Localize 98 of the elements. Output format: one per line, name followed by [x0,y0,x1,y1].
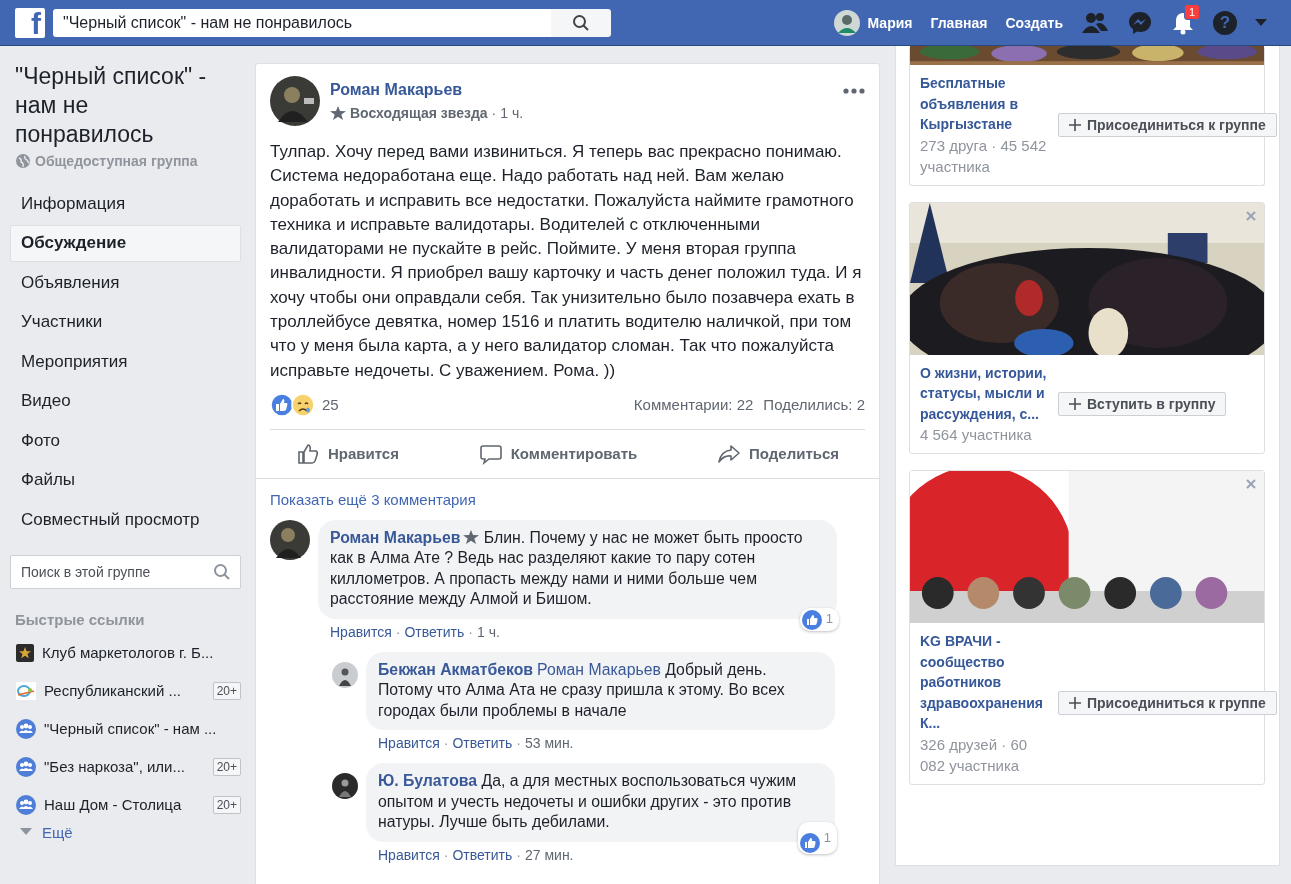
sidebar-item[interactable]: Совместный просмотр [10,501,241,538]
sidebar-item[interactable]: Файлы [10,461,241,499]
avatar-icon[interactable] [270,519,310,560]
comment-time[interactable]: 53 мин. [524,735,574,752]
group-stats: 273 друга · 45 542 участника [920,135,1048,177]
quick-links-heading: Быстрые ссылки [15,610,146,628]
search-icon [572,13,590,32]
post-time[interactable]: 1 ч. [500,105,524,121]
sidebar-item[interactable]: Мероприятия [10,343,241,380]
notification-badge: 1 [1184,3,1201,20]
avatar-icon [270,76,320,126]
site-logo-icon [16,681,36,700]
star-icon [330,106,346,120]
caret-icon [20,828,32,836]
post-action-button[interactable]: Поделиться [707,435,850,472]
more-link[interactable]: Ещё [10,823,241,841]
join-group-button[interactable]: Присоединиться к группе [1058,112,1277,137]
comments-count[interactable]: Комментарии: 22 [633,396,754,414]
friends-icon[interactable] [1081,10,1109,35]
quick-link[interactable]: Республиканский ... [44,682,205,699]
comment-action-link[interactable]: Нравится [378,846,440,863]
thumbs-up-icon [295,441,320,466]
mention-link[interactable]: Роман Макарьев [537,660,661,678]
group-stats: 4 564 участника [920,425,1033,445]
nav-link[interactable]: Создать [1005,14,1063,31]
comment-action-link[interactable]: Ответить [452,846,513,863]
quick-link[interactable]: "Черный список" - нам ... [44,720,241,737]
comment-text: Роман Макарьев Блин. Почему у нас не может быть проосто как в Алма Ате ? Ведь нас разделяют какие то пару сотен киллометров. А пропасть между нами и ними больше чем расстояние между Алмой и Бишом. [330,527,804,610]
group-privacy: Общедоступная группа [35,153,198,169]
caret-icon[interactable] [1255,18,1267,27]
post-text: Тулпар. Хочу перед вами извиниться. Я теперь вас прекрасно понимаю. Система недоработана еще. Надо работать над ней. Вам желаю доработать и исправить все недостатки. Пожалуйста наймите грамотного техника и исправьте валидотары. Водителей с отключенными валидаторами не пускайте в рейс. Поймите. У меня вторая группа инвалидности. Я приобрел вашу карточку и часть денег положил туда. И я хочу чтобы они оправдали себя. Так унизительно было позавчера ехать в троллейбусе девятка, номер 1516 и платить водителю наличкой, при том что у меня была карта, а у него валидатор сломан. Так что пожалуйста исправьте недочеты. С уважением. Рома. )) [270,141,863,382]
plus-icon [1069,397,1081,410]
plus-icon [1069,697,1081,710]
comment-time[interactable]: 1 ч. [476,623,500,640]
avatar-icon[interactable] [332,773,358,800]
join-group-button[interactable]: Присоединиться к группе [1058,691,1277,716]
search-icon [213,562,231,581]
sidebar-item[interactable]: Участники [10,303,241,341]
group-name[interactable]: О жизни, истории, статусы, мысли и рассуждения, с... [920,362,1048,424]
more-icon[interactable] [843,88,865,94]
shares-count[interactable]: Поделились: 2 [763,396,865,414]
like-icon [801,609,822,630]
group-icon [16,794,36,815]
comment-action-link[interactable]: Нравится [378,735,440,752]
separator-dot: · [395,623,401,640]
separator-dot: · [516,735,521,752]
sidebar-item[interactable]: Видео [10,382,241,420]
sidebar-item[interactable]: Фото [10,422,241,459]
sidebar-item[interactable]: Обсуждение [10,224,241,262]
comment-time[interactable]: 27 мин. [524,846,574,863]
comment-author[interactable]: Ю. Булатова [378,772,478,790]
post-action-button[interactable]: Комментировать [468,435,648,472]
post-author[interactable]: Роман Макарьев [330,81,463,98]
comment-action-link[interactable]: Ответить [404,623,465,640]
separator-dot: · [443,735,449,752]
join-group-button[interactable]: Вступить в группу [1058,391,1227,416]
comment-action-link[interactable]: Ответить [452,735,513,752]
quick-link[interactable]: Клуб маркетологов г. Б... [42,644,241,661]
count-badge: 20+ [212,681,241,700]
comment-text: Ю. Булатова Да, а для местных воспользоваться чужим опытом и учесть недочеты и ошибки других - это против натуры. Лучше быть дебилами. [378,771,798,833]
comment-text: Бекжан Акматбеков Роман Макарьев Добрый день. Потому что Алма Ата не сразу пришла к этому. Во всех городах были проблемы в начале [378,659,786,721]
separator-dot: · [443,846,449,863]
quick-link[interactable]: Наш Дом - Столица [44,796,205,813]
search-field[interactable]: "Черный список" - нам не понравилось [53,8,551,37]
globe-icon [16,154,30,168]
sidebar-item[interactable]: Информация [10,185,241,222]
profile-link[interactable]: Мария [833,9,913,36]
star-page-icon [16,643,34,662]
group-search-field[interactable]: Поиск в этой группе [10,554,241,589]
reactions-icon[interactable] [270,392,316,417]
search-button[interactable] [551,8,611,37]
separator-dot: · [468,623,473,640]
comment-author[interactable]: Бекжан Акматбеков [378,660,534,678]
facebook-logo[interactable]: f [15,7,45,38]
comment-action-link[interactable]: Нравится [330,623,392,640]
group-name[interactable]: KG ВРАЧИ - сообщество работников здравоохранения К... [920,631,1048,734]
quick-link[interactable]: "Без наркоза", или... [44,758,205,775]
separator-dot: · [516,846,521,863]
plus-icon [1069,118,1081,131]
like-icon [799,832,820,853]
group-icon [16,718,36,739]
group-title: "Черный список" - нам не понравилось [15,62,208,149]
separator-dot: · [491,105,497,121]
comment-author[interactable]: Роман Макарьев [330,528,461,546]
avatar-icon[interactable] [332,661,358,688]
group-name[interactable]: Бесплатные объявления в Кыргызстане [920,73,1048,135]
count-badge: 20+ [212,795,241,814]
reaction-count[interactable]: 25 [322,396,339,414]
more-comments-link[interactable]: Показать ещё 3 комментария [270,490,865,508]
avatar-icon [833,9,860,36]
nav-link[interactable]: Главная [930,14,988,31]
post-action-button[interactable]: Нравится [285,435,409,472]
member-rank-label: Восходящая звезда [350,105,488,121]
count-badge: 20+ [212,757,241,776]
sidebar-item[interactable]: Объявления [10,264,241,301]
messenger-icon[interactable] [1127,9,1153,36]
group-stats: 326 друзей · 60 082 участника [920,734,1029,776]
group-icon [16,756,36,777]
